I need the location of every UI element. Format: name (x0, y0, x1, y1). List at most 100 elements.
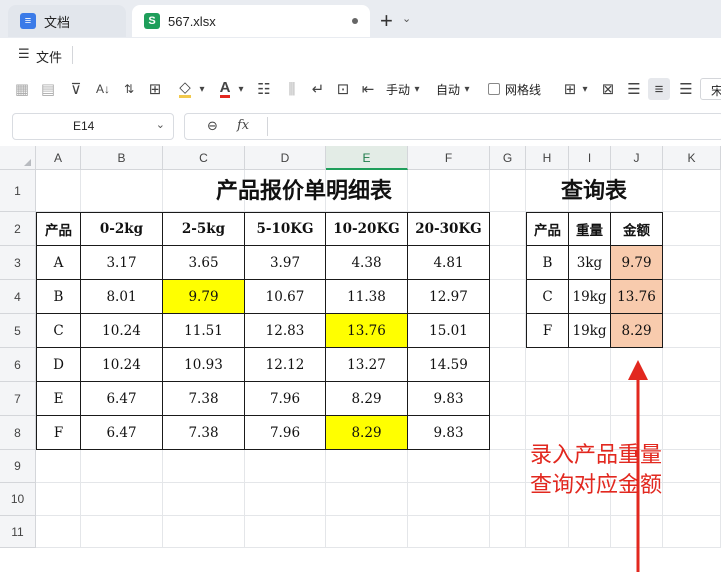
column-width-icon[interactable]: ⫼ (282, 78, 302, 100)
main-table-cell[interactable]: 4.81 (408, 246, 490, 280)
sort-descending-icon[interactable]: ⇅ (118, 78, 140, 100)
chevron-down-icon[interactable]: ⌄ (402, 12, 411, 25)
chevron-down-icon[interactable]: ⌄ (156, 118, 165, 131)
row-header-7[interactable]: 7 (0, 382, 36, 416)
main-table-header-cell[interactable]: 10-20KG (326, 212, 408, 246)
name-box[interactable]: E14 ⌄ (12, 113, 174, 140)
main-table-cell[interactable]: 11.38 (326, 280, 408, 314)
spreadsheet-grid[interactable]: ABCDEFGHIJK 1 2 3 4 5 6 7 8 9 10 11 产品报价单明细表 查询表 产… (0, 146, 721, 572)
chevron-down-icon[interactable]: ▾ (197, 78, 207, 100)
row-header-11[interactable]: 11 (0, 516, 36, 548)
fill-color-icon[interactable]: ◇ (174, 78, 196, 100)
auto-button[interactable]: 自动 (436, 81, 460, 98)
row-header-4[interactable]: 4 (0, 280, 36, 314)
main-table-header-cell[interactable]: 2-5kg (163, 212, 245, 246)
main-table-cell[interactable]: 3.97 (245, 246, 326, 280)
main-table-cell[interactable]: 10.67 (245, 280, 326, 314)
main-table-cell[interactable]: 3.17 (81, 246, 163, 280)
main-table-cell[interactable]: 8.29 (326, 382, 408, 416)
column-header-g[interactable]: G (490, 146, 526, 170)
font-color-icon[interactable]: A (215, 78, 235, 100)
column-header-b[interactable]: B (81, 146, 163, 170)
main-table-cell[interactable]: F (36, 416, 81, 450)
main-table-cell[interactable]: 10.24 (81, 348, 163, 382)
main-table-header-cell[interactable]: 0-2kg (81, 212, 163, 246)
main-table-cell[interactable]: 9.79 (163, 280, 245, 314)
column-header-h[interactable]: H (526, 146, 569, 170)
align-left-icon[interactable]: ☰ (624, 78, 644, 100)
main-table-header-cell[interactable]: 产品 (36, 212, 81, 246)
main-table-cell[interactable]: D (36, 348, 81, 382)
hamburger-icon[interactable]: ☰ (18, 46, 30, 62)
main-table-cell[interactable]: 13.76 (326, 314, 408, 348)
main-table-cell[interactable]: 4.38 (326, 246, 408, 280)
query-table-header-cell[interactable]: 金额 (611, 212, 663, 246)
row-header-9[interactable]: 9 (0, 450, 36, 483)
main-table-cell[interactable]: 6.47 (81, 382, 163, 416)
new-tab-button[interactable]: + (380, 8, 393, 34)
select-all-corner[interactable] (0, 146, 36, 170)
merge-cells-icon[interactable]: ⊡ (333, 78, 353, 100)
row-header-10[interactable]: 10 (0, 483, 36, 516)
main-table-header-cell[interactable]: 5-10KG (245, 212, 326, 246)
main-table-cell[interactable]: 7.38 (163, 382, 245, 416)
column-header-f[interactable]: F (408, 146, 490, 170)
query-input-cell[interactable]: B (526, 246, 569, 280)
query-table-header-cell[interactable]: 产品 (526, 212, 569, 246)
align-center-icon[interactable]: ≡ (648, 78, 670, 100)
row-header-2[interactable]: 2 (0, 212, 36, 246)
chevron-down-icon[interactable]: ▾ (580, 78, 590, 100)
column-header-i[interactable]: I (569, 146, 611, 170)
column-header-e[interactable]: E (326, 146, 408, 170)
main-table-cell[interactable]: 12.12 (245, 348, 326, 382)
sort-ascending-icon[interactable]: A↓ (92, 78, 114, 100)
query-result-cell[interactable]: 9.79 (611, 246, 663, 280)
column-header-c[interactable]: C (163, 146, 245, 170)
main-table-cell[interactable]: 3.65 (163, 246, 245, 280)
query-input-cell[interactable]: F (526, 314, 569, 348)
column-header-j[interactable]: J (611, 146, 663, 170)
main-table-cell[interactable]: E (36, 382, 81, 416)
main-table-cell[interactable]: B (36, 280, 81, 314)
row-header-6[interactable]: 6 (0, 348, 36, 382)
column-header-a[interactable]: A (36, 146, 81, 170)
query-input-cell[interactable]: C (526, 280, 569, 314)
main-table-cell[interactable]: 12.97 (408, 280, 490, 314)
format-painter-icon[interactable]: ▦ (12, 78, 32, 100)
clear-format-icon[interactable]: ⊠ (598, 78, 618, 100)
main-table-cell[interactable]: 11.51 (163, 314, 245, 348)
main-table-header-cell[interactable]: 20-30KG (408, 212, 490, 246)
row-header-3[interactable]: 3 (0, 246, 36, 280)
main-table-cell[interactable]: 12.83 (245, 314, 326, 348)
font-name-select[interactable]: 宋 (700, 78, 721, 100)
query-input-cell[interactable]: 19kg (569, 280, 611, 314)
filter-icon[interactable]: ⊽ (66, 78, 86, 100)
tab-documents[interactable]: ≡ 文档 (8, 5, 126, 37)
gridlines-checkbox[interactable] (488, 83, 500, 95)
main-table-cell[interactable]: 6.47 (81, 416, 163, 450)
chevron-down-icon[interactable]: ▾ (412, 78, 422, 100)
tab-spreadsheet[interactable]: S 567.xlsx (132, 5, 370, 37)
main-table-cell[interactable]: 7.38 (163, 416, 245, 450)
indent-icon[interactable]: ⇤ (358, 78, 378, 100)
function-icon[interactable]: fx (237, 118, 249, 133)
column-header-k[interactable]: K (663, 146, 721, 170)
zoom-icon[interactable]: ⊖ (207, 118, 218, 134)
main-table-cell[interactable]: 9.83 (408, 382, 490, 416)
file-menu[interactable]: 文件 (36, 47, 62, 66)
chevron-down-icon[interactable]: ▾ (462, 78, 472, 100)
row-header-8[interactable]: 8 (0, 416, 36, 450)
main-table-cell[interactable]: A (36, 246, 81, 280)
main-table-cell[interactable]: 14.59 (408, 348, 490, 382)
query-table-header-cell[interactable]: 重量 (569, 212, 611, 246)
align-right-icon[interactable]: ☰ (676, 78, 696, 100)
row-header-5[interactable]: 5 (0, 314, 36, 348)
query-input-cell[interactable]: 19kg (569, 314, 611, 348)
main-table-cell[interactable]: 7.96 (245, 382, 326, 416)
formula-input[interactable]: ⊖ fx (184, 113, 721, 140)
border-icon[interactable]: ⊞ (145, 78, 165, 100)
freeze-panes-icon[interactable]: ⊞ (560, 78, 580, 100)
paste-icon[interactable]: ▤ (38, 78, 58, 100)
align-icon[interactable]: ☷ (254, 78, 274, 100)
main-table-cell[interactable]: 10.24 (81, 314, 163, 348)
